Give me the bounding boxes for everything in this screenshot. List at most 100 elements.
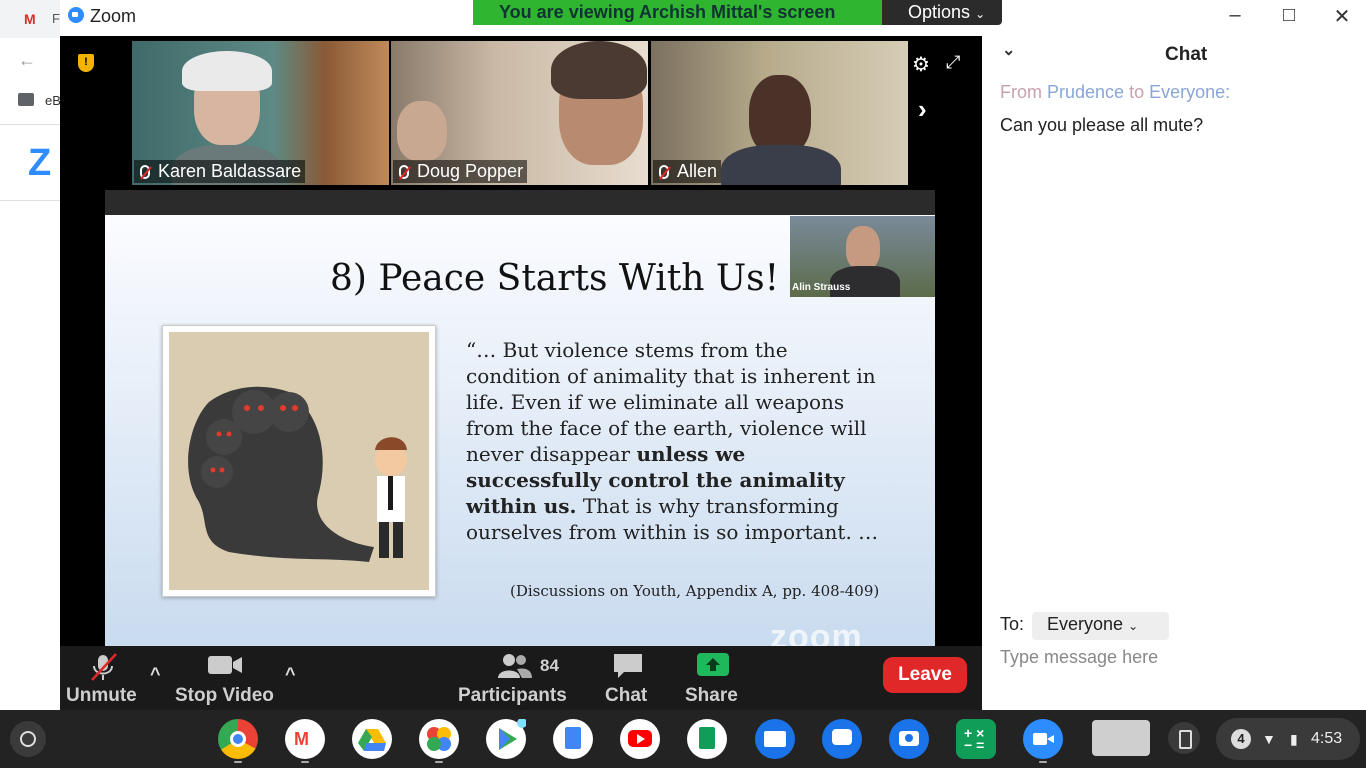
browser-tab-label[interactable]: F — [52, 11, 60, 26]
mic-muted-icon[interactable] — [88, 652, 118, 687]
photos-icon[interactable] — [419, 719, 459, 759]
video-camera-icon[interactable] — [207, 652, 243, 683]
participants-button[interactable]: Participants — [458, 685, 567, 707]
slide-quote: “… But violence stems from the condition… — [466, 337, 886, 545]
from-label: From — [1000, 82, 1042, 102]
leave-button[interactable]: Leave — [883, 657, 967, 693]
running-indicator — [435, 761, 443, 763]
next-page-arrow-icon[interactable]: › — [918, 94, 927, 125]
divider — [0, 200, 62, 201]
zoom-logo-icon — [68, 7, 84, 23]
participant-name: Karen Baldassare — [134, 160, 306, 183]
participant-name: Allen — [653, 160, 722, 183]
participant-silhouette — [397, 101, 447, 161]
security-shield-icon[interactable]: ! — [78, 54, 94, 72]
slide-citation: (Discussions on Youth, Appendix A, pp. 4… — [510, 582, 880, 600]
sheets-icon[interactable] — [687, 719, 727, 759]
participant-count: 84 — [540, 656, 559, 675]
running-indicator — [1039, 761, 1047, 763]
chat-button[interactable]: Chat — [605, 685, 647, 707]
participant-name: Doug Popper — [393, 160, 528, 183]
running-indicator — [301, 761, 309, 763]
participant-name-text: Doug Popper — [417, 161, 524, 181]
options-label: Options — [908, 2, 971, 22]
close-button[interactable]: ✕ — [1327, 4, 1357, 29]
os-shelf — [0, 710, 1366, 768]
participant-body — [721, 145, 841, 185]
participant-name-text: Karen Baldassare — [158, 161, 302, 181]
bookmark-label[interactable]: eB — [45, 93, 61, 108]
chevron-down-icon: ⌄ — [1128, 619, 1139, 633]
participant-hair — [182, 51, 272, 91]
participant-hair — [551, 41, 647, 99]
presenter-video[interactable]: Alin Strauss — [790, 216, 935, 297]
presenter-silhouette — [846, 226, 880, 270]
chat-message-input[interactable]: Type message here — [1000, 647, 1158, 668]
chat-panel — [982, 36, 1366, 710]
gear-icon[interactable]: ⚙ — [912, 52, 930, 77]
running-indicator — [234, 761, 242, 763]
gmail-icon[interactable]: M — [285, 719, 325, 759]
mic-muted-icon — [399, 165, 409, 179]
chat-title: Chat — [1165, 44, 1208, 65]
window-title: Zoom — [90, 6, 137, 26]
files-icon[interactable] — [755, 719, 795, 759]
chrome-icon[interactable] — [218, 719, 258, 759]
clock[interactable]: 4:53 — [1311, 730, 1342, 748]
calculator-icon[interactable]: + × − = — [956, 719, 996, 759]
stop-video-button[interactable]: Stop Video — [175, 685, 274, 707]
sender-name[interactable]: Prudence — [1047, 82, 1124, 102]
recipient-name[interactable]: Everyone: — [1149, 82, 1230, 102]
mic-muted-icon — [140, 165, 150, 179]
camera-icon[interactable] — [889, 719, 929, 759]
battery-icon: ▮ — [1290, 731, 1298, 747]
participant-video-tile[interactable]: Doug Popper — [391, 41, 648, 185]
wifi-icon: ▼ — [1262, 731, 1276, 747]
to-label: To: — [1000, 614, 1025, 634]
maximize-button[interactable]: □ — [1274, 4, 1304, 27]
meeting-toolbar: Unmute Stop Video 84 Participants Chat S… — [60, 646, 982, 710]
slide-illustration — [162, 325, 436, 597]
minimize-button[interactable]: – — [1220, 4, 1250, 27]
docs-icon[interactable] — [553, 719, 593, 759]
phone-hub-icon[interactable] — [1168, 722, 1200, 754]
share-screen-icon[interactable] — [696, 652, 730, 683]
zoom-icon[interactable] — [1023, 719, 1063, 759]
chevron-down-icon[interactable]: ⌄ — [1002, 40, 1015, 60]
chat-bubble-icon[interactable] — [612, 652, 644, 685]
launcher-button[interactable] — [10, 721, 46, 757]
gmail-tab-icon[interactable]: M — [24, 11, 36, 27]
audio-options-caret-icon[interactable]: ^ — [150, 664, 161, 685]
participant-silhouette — [749, 75, 811, 155]
share-button[interactable]: Share — [685, 685, 738, 707]
messages-icon[interactable] — [822, 719, 862, 759]
drive-icon[interactable] — [352, 719, 392, 759]
unmute-button[interactable]: Unmute — [66, 685, 137, 707]
divider — [0, 124, 62, 125]
participant-name-text: Allen — [677, 161, 718, 181]
participant-video-tile[interactable]: Allen — [651, 41, 908, 185]
slide-title: 8) Peace Starts With Us! — [330, 258, 780, 299]
screen-share-banner: You are viewing Archish Mittal's screen — [473, 0, 882, 25]
recipient-value: Everyone — [1047, 614, 1124, 634]
chat-message-header: From Prudence to Everyone: — [1000, 82, 1230, 103]
youtube-icon[interactable] — [620, 719, 660, 759]
presenter-name: Alin Strauss — [792, 282, 851, 293]
play-store-icon[interactable] — [486, 718, 527, 759]
notification-count-badge[interactable]: 4 — [1231, 729, 1251, 749]
video-options-caret-icon[interactable]: ^ — [285, 664, 296, 685]
back-arrow-icon[interactable]: ← — [18, 50, 36, 71]
folder-icon — [18, 93, 34, 106]
participant-video-tile[interactable]: Karen Baldassare — [132, 41, 389, 185]
view-options-button[interactable]: Options ⌄ — [882, 0, 1002, 25]
chevron-down-icon: ⌄ — [975, 7, 986, 21]
fullscreen-icon[interactable]: ⤢ — [946, 52, 960, 73]
to-word: to — [1129, 82, 1145, 102]
share-banner-text: You are viewing Archish Mittal's screen — [499, 2, 836, 22]
recipient-select[interactable]: Everyone ⌄ — [1032, 612, 1169, 640]
shadow-monsters-illustration — [188, 386, 407, 562]
mic-muted-icon — [659, 165, 669, 179]
tote-holding-space[interactable] — [1092, 720, 1150, 756]
chat-message: Can you please all mute? — [1000, 115, 1204, 135]
participants-icon[interactable] — [497, 652, 533, 685]
